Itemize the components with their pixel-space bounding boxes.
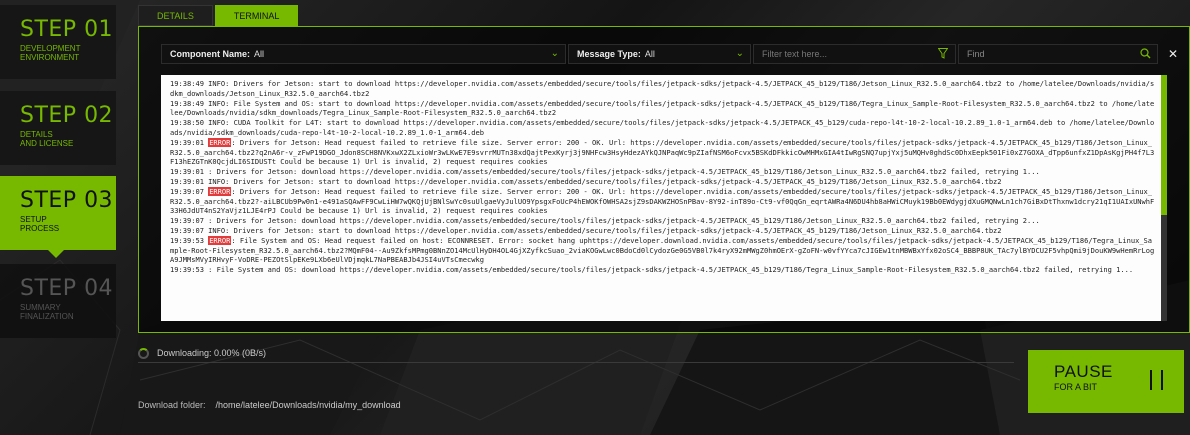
component-name-select[interactable]: Component Name: All ⌄ <box>161 44 566 64</box>
log-line: 19:38:49 INFO: Drivers for Jetson: start… <box>170 79 1155 98</box>
scrollbar-thumb[interactable] <box>1161 75 1167 215</box>
close-icon[interactable]: ✕ <box>1168 47 1178 61</box>
log-line: 19:39:01 ERROR: Drivers for Jetson: Head… <box>170 137 1155 167</box>
message-type-select[interactable]: Message Type: All ⌄ <box>568 44 751 64</box>
terminal-panel: Component Name: All ⌄ Message Type: All ⌄ … <box>138 26 1190 333</box>
log-line: 19:39:07 INFO: Drivers for Jetson: start… <box>170 225 1002 235</box>
find-input[interactable]: Find <box>958 44 1158 64</box>
tab-details[interactable]: DETAILS <box>138 5 213 26</box>
find-placeholder: Find <box>967 49 985 59</box>
filter-bar: Component Name: All ⌄ Message Type: All ⌄ … <box>161 44 1160 64</box>
terminal-log[interactable]: 19:38:49 INFO: Drivers for Jetson: start… <box>161 75 1161 321</box>
active-step-arrow-icon <box>48 250 64 258</box>
error-tag: ERROR <box>208 235 232 245</box>
log-line: 19:39:53 : File System and OS: download … <box>170 265 1134 275</box>
component-name-value: All <box>254 49 265 59</box>
download-folder: Download folder: /home/latelee/Downloads/… <box>138 400 401 410</box>
step-03[interactable]: STEP 03 SETUP PROCESS <box>0 176 116 250</box>
pause-subtitle: FOR A BIT <box>1054 382 1098 392</box>
message-type-value: All <box>644 49 655 59</box>
log-line: 19:38:49 INFO: File System and OS: start… <box>170 98 1155 118</box>
log-line: 19:38:50 INFO: CUDA Toolkit for L4T: sta… <box>170 118 1155 137</box>
download-folder-label: Download folder: <box>138 400 206 410</box>
pause-button[interactable]: PAUSE FOR A BIT <box>1028 350 1184 413</box>
log-line: 19:39:07 ERROR: Drivers for Jetson: Head… <box>170 186 1155 216</box>
filter-text-placeholder: Filter text here... <box>762 49 828 59</box>
loading-spinner-icon <box>138 348 149 359</box>
filter-text-input[interactable]: Filter text here... <box>753 44 956 64</box>
progress-label: Downloading: 0.00% (0B/s) <box>157 348 267 358</box>
log-line: 19:39:07 : Drivers for Jetson: download … <box>170 216 1040 226</box>
chevron-down-icon: ⌄ <box>550 48 559 59</box>
tab-terminal[interactable]: TERMINAL <box>214 5 299 26</box>
step-label: DEVELOPMENT ENVIRONMENT <box>20 44 81 62</box>
log-line: 19:39:01 : Drivers for Jetson: download … <box>170 167 1040 177</box>
step-01[interactable]: STEP 01 DEVELOPMENT ENVIRONMENT <box>0 5 116 79</box>
search-icon[interactable] <box>1140 48 1151 59</box>
chevron-down-icon: ⌄ <box>735 48 744 59</box>
tab-bar: DETAILS TERMINAL <box>138 5 300 26</box>
step-number: STEP 04 <box>20 276 114 301</box>
download-progress: Downloading: 0.00% (0B/s) <box>138 347 1014 363</box>
error-tag: ERROR <box>208 186 232 196</box>
step-label: SETUP PROCESS <box>20 215 60 233</box>
step-number: STEP 03 <box>20 188 114 213</box>
step-number: STEP 01 <box>20 17 114 42</box>
funnel-icon[interactable] <box>938 48 948 59</box>
step-label: DETAILS AND LICENSE <box>20 130 74 148</box>
message-type-label: Message Type: <box>577 49 641 59</box>
component-name-label: Component Name: <box>170 49 251 59</box>
log-lines: 19:38:49 INFO: Drivers for Jetson: start… <box>161 75 1161 275</box>
pause-icon <box>1150 370 1164 390</box>
log-line: 19:39:01 INFO: Drivers for Jetson: start… <box>170 176 1002 186</box>
log-line: 19:39:53 ERROR: File System and OS: Head… <box>170 235 1155 265</box>
error-tag: ERROR <box>208 137 232 147</box>
step-02[interactable]: STEP 02 DETAILS AND LICENSE <box>0 91 116 165</box>
download-folder-path: /home/latelee/Downloads/nvidia/my_downlo… <box>215 400 401 410</box>
log-scrollbar[interactable] <box>1161 75 1167 321</box>
step-label: SUMMARY FINALIZATION <box>20 303 74 321</box>
step-04[interactable]: STEP 04 SUMMARY FINALIZATION <box>0 264 116 338</box>
step-number: STEP 02 <box>20 103 114 128</box>
pause-title: PAUSE <box>1054 362 1113 381</box>
progress-track <box>138 362 1014 363</box>
